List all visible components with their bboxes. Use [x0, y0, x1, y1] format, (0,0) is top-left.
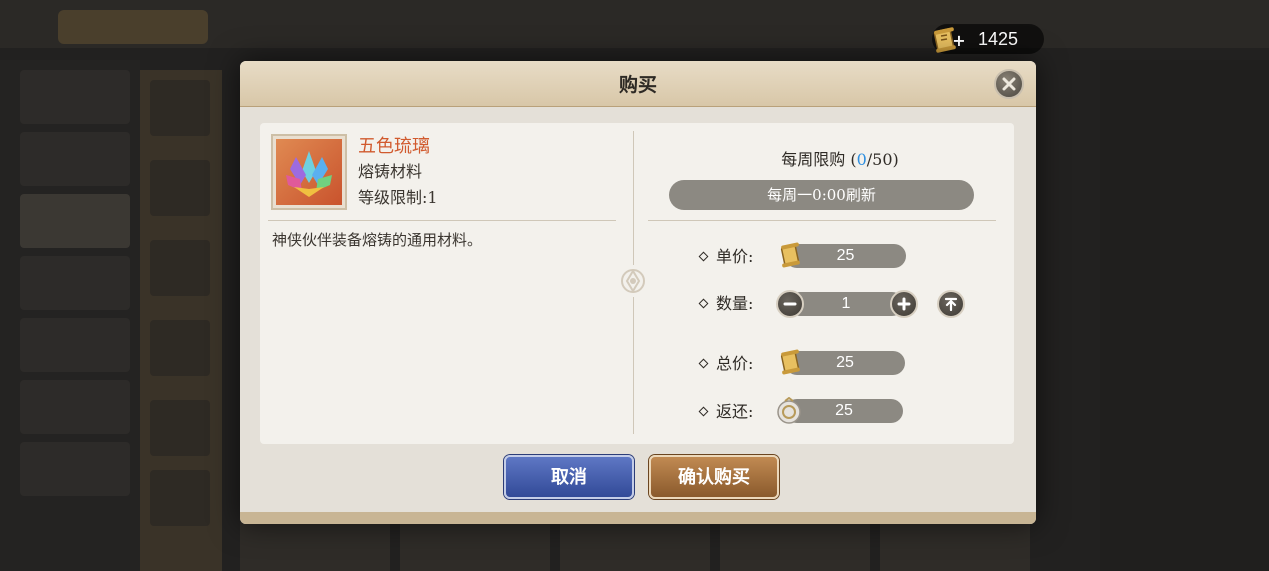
cancel-button[interactable]: 取消	[504, 455, 634, 499]
weekly-limit-bought: 0	[856, 150, 867, 169]
diamond-bullet-icon	[698, 251, 709, 262]
dialog-footer-strip	[240, 512, 1036, 524]
coin-pouch-icon	[776, 396, 801, 425]
diamond-bullet-icon	[698, 358, 709, 369]
background-sidebar-item	[20, 132, 130, 186]
background-slot	[150, 160, 210, 216]
currency-amount: 1425	[978, 29, 1019, 49]
quantity-input[interactable]: 1	[788, 292, 904, 316]
increase-button[interactable]	[890, 290, 918, 318]
dialog-title: 购买	[618, 74, 657, 96]
close-icon	[1002, 77, 1016, 91]
refund-label: 返还:	[698, 400, 780, 424]
purchase-dialog: 购买 五色琉璃 熔铸材料 等级限制:1 神侠伙伴装备熔铸的通用材料。 每周限购 …	[240, 61, 1036, 524]
weekly-limit-prefix: 每周限购 (	[781, 150, 857, 169]
total-price-label: 总价:	[698, 352, 780, 376]
item-name: 五色琉璃	[358, 136, 430, 157]
diamond-bullet-icon	[698, 406, 709, 417]
ornament-icon	[617, 265, 649, 297]
background-top-tab	[58, 10, 208, 44]
background-sidebar-item	[20, 380, 130, 434]
background-slot	[150, 470, 210, 526]
background-slot	[150, 80, 210, 136]
total-price-value: 25	[785, 351, 905, 375]
scroll-currency-icon	[778, 241, 802, 269]
background-sidebar-item	[20, 442, 130, 496]
background-bottom-card	[240, 520, 390, 571]
background-bottom-card	[560, 520, 710, 571]
divider	[268, 220, 616, 221]
background-sidebar-item	[20, 70, 130, 124]
diamond-bullet-icon	[698, 298, 709, 309]
unit-price-value: 25	[785, 244, 906, 268]
weekly-limit: 每周限购 (0/50)	[680, 149, 1000, 171]
plus-icon[interactable]: +	[952, 33, 966, 49]
unit-price-label: 单价:	[698, 245, 780, 269]
crystal-lotus-icon	[276, 139, 342, 205]
background-slot	[150, 240, 210, 296]
divider	[648, 220, 996, 221]
item-type: 熔铸材料	[358, 162, 423, 181]
minus-icon	[783, 302, 797, 306]
plus-icon	[897, 297, 911, 311]
background-slot	[150, 320, 210, 376]
close-button[interactable]	[994, 69, 1024, 99]
background-sidebar-item	[20, 256, 130, 310]
background-slot	[150, 400, 210, 456]
quantity-label: 数量:	[698, 292, 780, 316]
max-quantity-button[interactable]	[937, 290, 965, 318]
max-arrow-icon	[944, 297, 958, 311]
scroll-currency-icon	[778, 348, 802, 376]
refresh-info: 每周一0:00刷新	[669, 180, 974, 210]
background-right-panel	[1100, 60, 1269, 571]
weekly-limit-suffix: /50)	[866, 150, 899, 169]
background-sidebar-item	[20, 194, 130, 248]
background-sidebar-item	[20, 318, 130, 372]
decrease-button[interactable]	[776, 290, 804, 318]
confirm-purchase-button[interactable]: 确认购买	[649, 455, 779, 499]
background-bottom-card	[720, 520, 870, 571]
refund-value: 25	[785, 399, 903, 423]
item-level-limit: 等级限制:1	[358, 188, 438, 207]
background-bottom-card	[880, 520, 1030, 571]
background-bottom-card	[400, 520, 550, 571]
currency-display[interactable]: + 1425	[932, 24, 1044, 54]
item-icon-frame	[271, 134, 347, 210]
item-description: 神侠伙伴装备熔铸的通用材料。	[272, 231, 483, 249]
